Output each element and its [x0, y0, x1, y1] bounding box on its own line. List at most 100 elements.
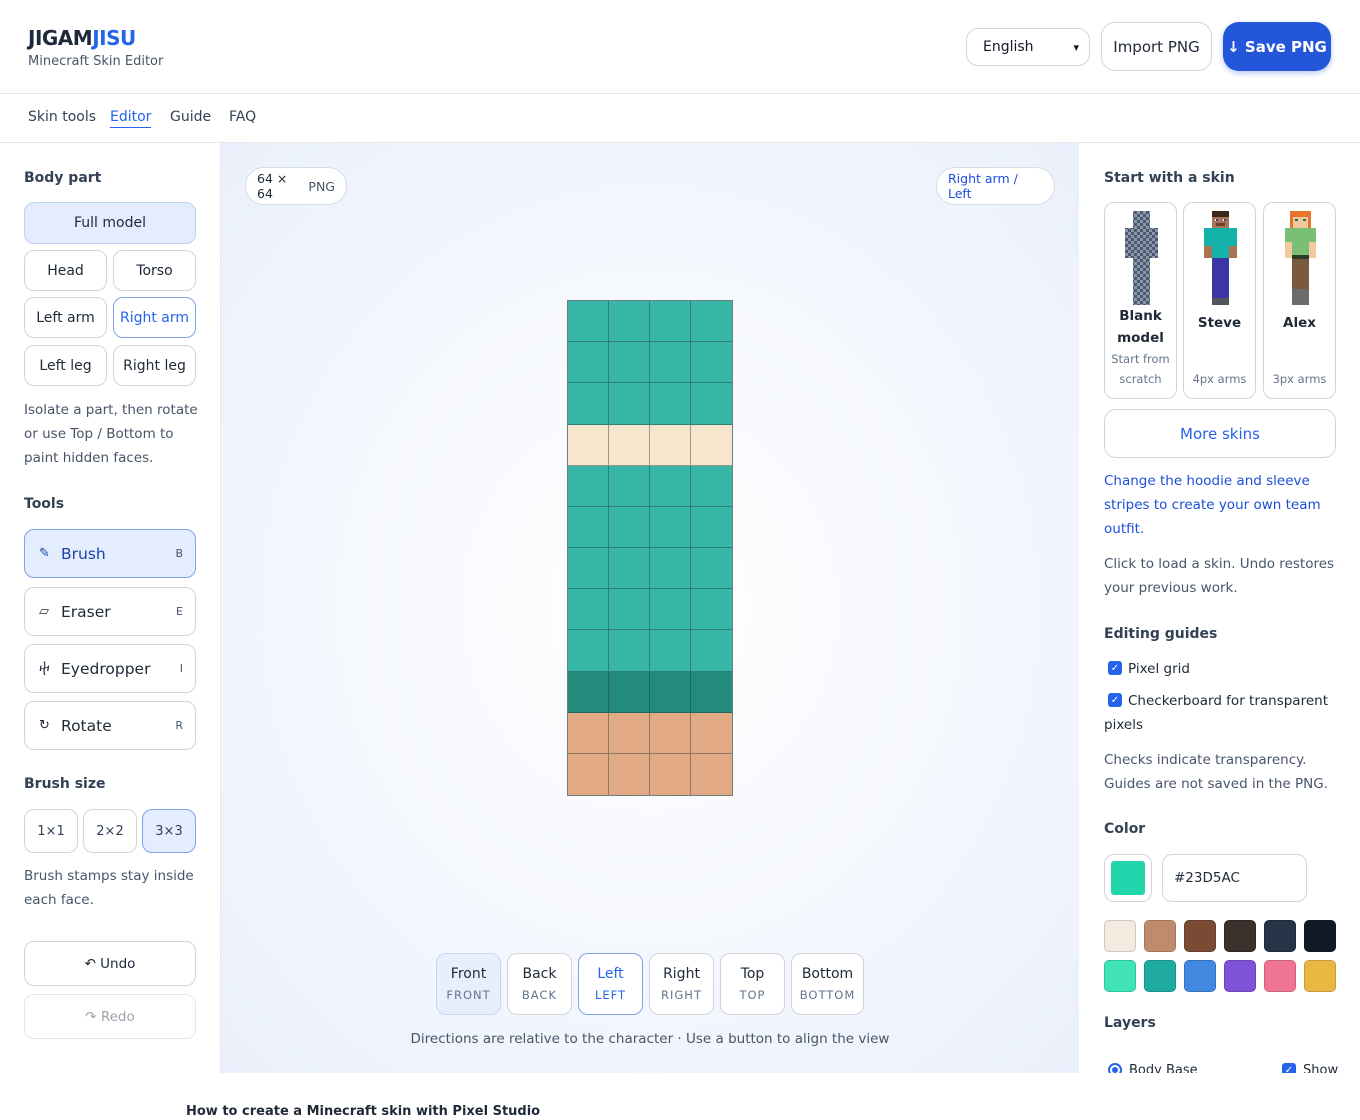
hex-color-input[interactable]: #23D5AC [1162, 854, 1307, 902]
import-png-button[interactable]: Import PNG [1101, 22, 1212, 71]
pixel-cell[interactable] [650, 383, 691, 425]
pixel-cell[interactable] [691, 383, 732, 425]
part-left-arm-button[interactable]: Left arm [24, 297, 107, 338]
pixel-cell[interactable] [691, 671, 732, 713]
pixel-cell[interactable] [691, 548, 732, 590]
skin-card-alex[interactable]: Alex 3px arms [1263, 202, 1336, 399]
redo-button[interactable]: ↷ Redo [24, 994, 196, 1039]
eyedropper-tool-button[interactable]: ⴕ Eyedropper I [24, 644, 196, 693]
nav-editor[interactable]: Editor [110, 109, 152, 128]
view-left-button[interactable]: Left LEFT [578, 953, 643, 1015]
pixel-cell[interactable] [650, 671, 691, 713]
palette-swatch[interactable] [1224, 960, 1256, 992]
pixel-cell[interactable] [691, 424, 732, 466]
brush-tool-button[interactable]: ✎ Brush B [24, 529, 196, 578]
palette-swatch[interactable] [1224, 920, 1256, 952]
skin-card-steve[interactable]: Steve 4px arms [1183, 202, 1256, 399]
more-skins-button[interactable]: More skins [1104, 409, 1336, 458]
pixel-cell[interactable] [691, 712, 732, 754]
nav-guide[interactable]: Guide [170, 109, 211, 125]
promo-link[interactable]: Change the hoodie and sleeve stripes to … [1104, 469, 1336, 541]
pixel-cell[interactable] [568, 383, 609, 425]
pixel-cell[interactable] [609, 589, 650, 631]
pixel-cell[interactable] [691, 630, 732, 672]
pixel-cell[interactable] [609, 548, 650, 590]
nav-skin-tools[interactable]: Skin tools [28, 109, 96, 125]
pixel-cell[interactable] [609, 671, 650, 713]
pixel-cell[interactable] [650, 589, 691, 631]
pixel-cell[interactable] [568, 465, 609, 507]
nav-faq[interactable]: FAQ [229, 109, 256, 125]
pixel-cell[interactable] [609, 342, 650, 384]
pixel-cell[interactable] [609, 301, 650, 343]
pixel-cell[interactable] [568, 712, 609, 754]
view-back-button[interactable]: Back BACK [507, 953, 572, 1015]
palette-swatch[interactable] [1144, 920, 1176, 952]
size-1x1-button[interactable]: 1×1 [24, 809, 78, 853]
pixel-cell[interactable] [568, 301, 609, 343]
pixel-cell[interactable] [568, 753, 609, 795]
size-2x2-button[interactable]: 2×2 [83, 809, 137, 853]
view-bottom-button[interactable]: Bottom BOTTOM [791, 953, 864, 1015]
part-full-model-button[interactable]: Full model [24, 202, 196, 244]
pixel-cell[interactable] [650, 548, 691, 590]
palette-swatch[interactable] [1264, 920, 1296, 952]
palette-swatch[interactable] [1104, 960, 1136, 992]
pixel-cell[interactable] [609, 465, 650, 507]
palette-swatch[interactable] [1184, 960, 1216, 992]
view-front-button[interactable]: Front FRONT [436, 953, 501, 1015]
layer-show-checkbox[interactable]: ✓ [1282, 1063, 1296, 1073]
pixel-cell[interactable] [691, 589, 732, 631]
part-head-button[interactable]: Head [24, 250, 107, 291]
pixel-cell[interactable] [609, 753, 650, 795]
pixel-grid-checkbox[interactable]: ✓ [1108, 661, 1122, 675]
pixel-cell[interactable] [691, 753, 732, 795]
part-right-leg-button[interactable]: Right leg [113, 345, 196, 386]
palette-swatch[interactable] [1184, 920, 1216, 952]
pixel-canvas[interactable] [567, 300, 733, 796]
layer-radio[interactable] [1108, 1063, 1122, 1073]
pixel-cell[interactable] [568, 671, 609, 713]
pixel-cell[interactable] [568, 589, 609, 631]
language-select[interactable]: English ▾ [966, 28, 1090, 66]
current-color-swatch[interactable] [1104, 854, 1152, 902]
view-top-button[interactable]: Top TOP [720, 953, 785, 1015]
pixel-cell[interactable] [650, 712, 691, 754]
pixel-cell[interactable] [609, 424, 650, 466]
pixel-cell[interactable] [568, 548, 609, 590]
palette-swatch[interactable] [1304, 920, 1336, 952]
pixel-cell[interactable] [691, 506, 732, 548]
part-left-leg-button[interactable]: Left leg [24, 345, 107, 386]
palette-swatch[interactable] [1264, 960, 1296, 992]
pixel-cell[interactable] [568, 424, 609, 466]
pixel-cell[interactable] [650, 506, 691, 548]
part-right-arm-button[interactable]: Right arm [113, 297, 196, 338]
pixel-cell[interactable] [691, 342, 732, 384]
skin-card-blank[interactable]: Blank model Start from scratch [1104, 202, 1177, 399]
pixel-cell[interactable] [568, 630, 609, 672]
pixel-cell[interactable] [650, 424, 691, 466]
pixel-cell[interactable] [609, 383, 650, 425]
pixel-cell[interactable] [650, 630, 691, 672]
palette-swatch[interactable] [1144, 960, 1176, 992]
logo[interactable]: JIGAMJISU [28, 26, 136, 50]
pixel-cell[interactable] [609, 630, 650, 672]
eraser-tool-button[interactable]: ▱ Eraser E [24, 587, 196, 636]
undo-button[interactable]: ↶ Undo [24, 941, 196, 986]
pixel-cell[interactable] [650, 465, 691, 507]
size-3x3-button[interactable]: 3×3 [142, 809, 196, 853]
part-torso-button[interactable]: Torso [113, 250, 196, 291]
pixel-cell[interactable] [609, 712, 650, 754]
pixel-cell[interactable] [650, 301, 691, 343]
pixel-cell[interactable] [568, 342, 609, 384]
pixel-cell[interactable] [691, 301, 732, 343]
view-right-button[interactable]: Right RIGHT [649, 953, 714, 1015]
rotate-tool-button[interactable]: ↻ Rotate R [24, 701, 196, 750]
pixel-cell[interactable] [609, 506, 650, 548]
save-png-button[interactable]: ↓ Save PNG [1223, 22, 1331, 71]
pixel-cell[interactable] [650, 753, 691, 795]
palette-swatch[interactable] [1104, 920, 1136, 952]
pixel-cell[interactable] [691, 465, 732, 507]
pixel-cell[interactable] [650, 342, 691, 384]
pixel-cell[interactable] [568, 506, 609, 548]
